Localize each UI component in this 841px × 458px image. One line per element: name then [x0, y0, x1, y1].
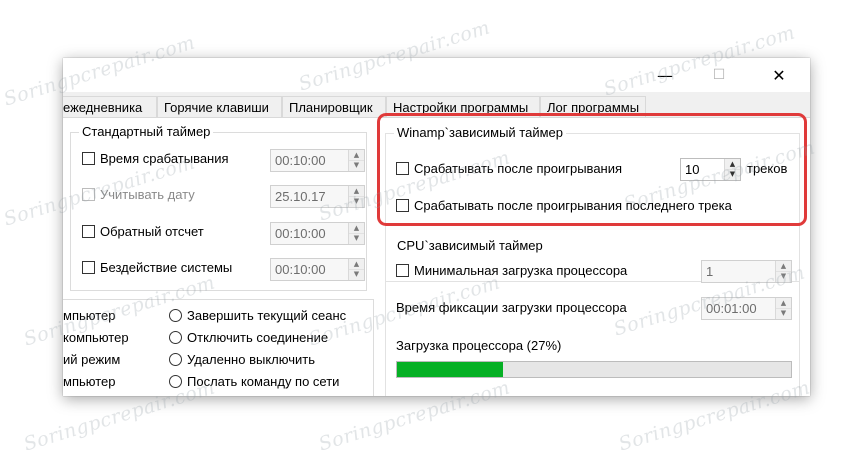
use-date-checkbox[interactable]: Учитывать дату [82, 187, 195, 202]
cpu-load-progress-fill [397, 362, 504, 377]
min-load-spinner[interactable]: 1 ▲ ▼ [701, 260, 792, 283]
checkbox-box [82, 152, 95, 165]
standard-timer-title: Стандартный таймер [79, 124, 214, 139]
remote-shutdown-radio[interactable]: Удаленно выключить [169, 352, 315, 367]
checkbox-box [82, 225, 95, 238]
fix-time-spinner[interactable]: 00:01:00 ▲ ▼ [701, 297, 792, 320]
trigger-time-spinner[interactable]: 00:10:00 ▲ ▼ [270, 149, 365, 172]
cpu-load-progress-bar [396, 361, 792, 378]
winamp-highlight-frame [377, 113, 807, 226]
system-idle-spinner[interactable]: 00:10:00 ▲ ▼ [270, 258, 365, 281]
spin-down-icon[interactable]: ▼ [349, 160, 364, 170]
checkbox-box [396, 264, 409, 277]
end-session-radio[interactable]: Завершить текущий сеанс [169, 308, 346, 323]
action-left-2[interactable]: компьютер [63, 330, 129, 345]
min-load-checkbox[interactable]: Минимальная загрузка процессора [396, 263, 627, 278]
checkbox-box [82, 188, 95, 201]
tab-hotkeys[interactable]: Горячие клавиши [157, 96, 282, 117]
tab-daily[interactable]: ежедневника [63, 96, 157, 117]
spin-down-icon[interactable]: ▼ [349, 269, 364, 279]
radio-circle [169, 309, 182, 322]
countdown-spinner[interactable]: 00:10:00 ▲ ▼ [270, 222, 365, 245]
cpu-load-label: Загрузка процессора (27%) [396, 338, 562, 353]
cpu-timer-title: CPU`зависимый таймер [394, 238, 546, 253]
system-idle-checkbox[interactable]: Бездействие системы [82, 260, 232, 275]
countdown-checkbox[interactable]: Обратный отсчет [82, 224, 204, 239]
spin-down-icon[interactable]: ▼ [776, 308, 791, 318]
spin-down-icon[interactable]: ▼ [349, 233, 364, 243]
min-load-label: Минимальная загрузка процессора [414, 263, 628, 278]
app-window: — ☐ ✕ ежедневника Горячие клавиши Планир… [63, 58, 810, 396]
trigger-time-label: Время срабатывания [100, 151, 229, 166]
title-bar: — ☐ ✕ [63, 58, 810, 92]
minimize-icon: — [657, 65, 673, 85]
system-idle-value: 00:10:00 [275, 262, 326, 277]
date-spinner[interactable]: 25.10.17 ▲ ▼ [270, 185, 365, 208]
trigger-time-value: 00:10:00 [275, 153, 326, 168]
maximize-icon: ☐ [712, 67, 726, 83]
close-icon: ✕ [772, 65, 786, 85]
checkbox-box [82, 261, 95, 274]
min-load-value: 1 [706, 264, 714, 279]
radio-circle [169, 331, 182, 344]
date-value: 25.10.17 [275, 189, 326, 204]
disconnect-radio[interactable]: Отключить соединение [169, 330, 328, 345]
countdown-label: Обратный отсчет [100, 224, 204, 239]
system-idle-label: Бездействие системы [100, 260, 233, 275]
spin-down-icon[interactable]: ▼ [776, 271, 791, 281]
action-left-3[interactable]: ий режим [63, 352, 120, 367]
tab-scheduler[interactable]: Планировщик [282, 96, 386, 117]
countdown-value: 00:10:00 [275, 226, 326, 241]
minimize-button[interactable]: — [643, 60, 687, 90]
maximize-button[interactable]: ☐ [697, 60, 741, 90]
action-left-4[interactable]: мпьютер [63, 374, 115, 389]
close-button[interactable]: ✕ [757, 60, 801, 90]
radio-circle [169, 375, 182, 388]
radio-circle [169, 353, 182, 366]
fix-time-value: 00:01:00 [706, 301, 757, 316]
trigger-time-checkbox[interactable]: Время срабатывания [82, 151, 229, 166]
use-date-label: Учитывать дату [100, 187, 195, 202]
send-network-command-radio[interactable]: Послать команду по сети [169, 374, 339, 389]
spin-down-icon[interactable]: ▼ [349, 196, 364, 206]
fix-time-label: Время фиксации загрузки процессора [396, 300, 627, 315]
action-left-1[interactable]: мпьютер [63, 308, 115, 323]
